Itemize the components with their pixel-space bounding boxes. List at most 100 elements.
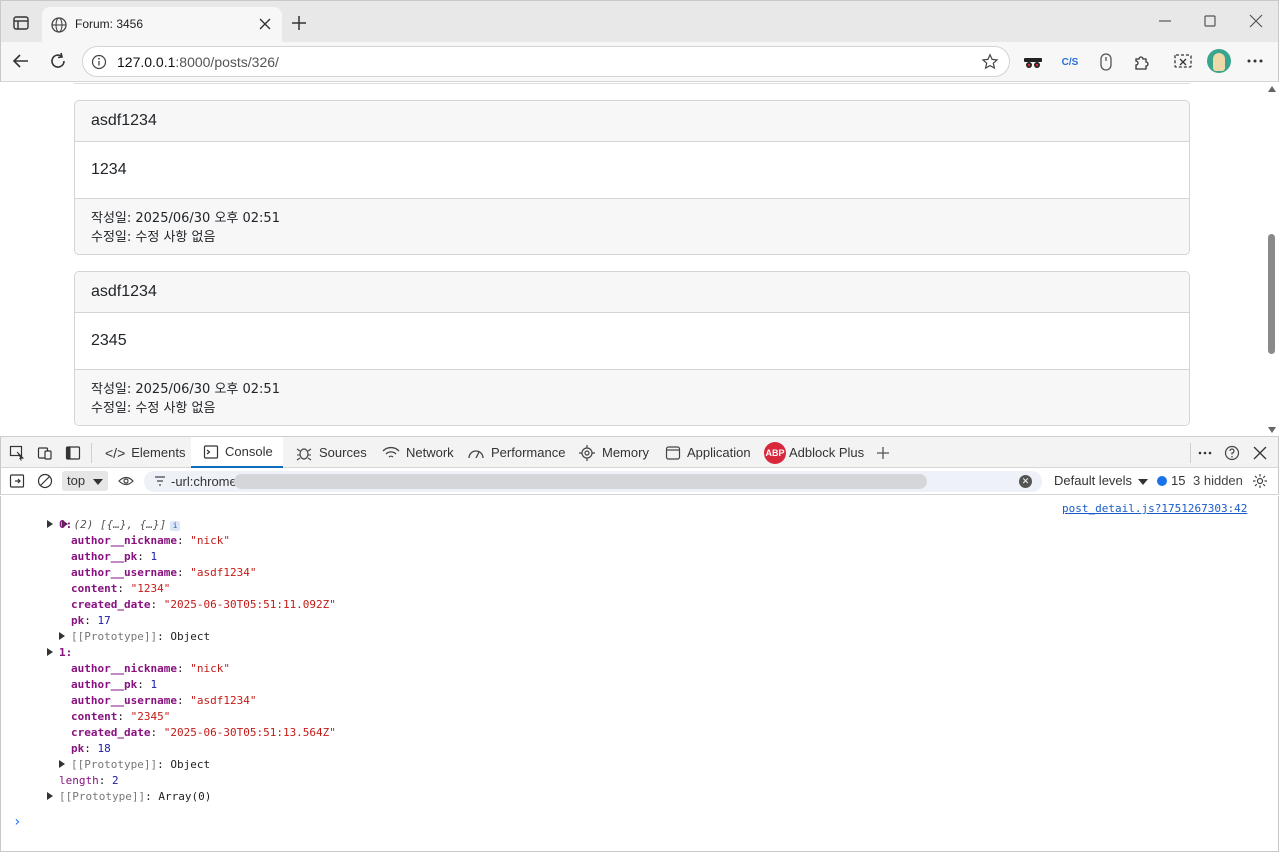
property-row: created_date: "2025-06-30T05:51:13.564Z" xyxy=(71,726,336,739)
property-value: 2 xyxy=(112,774,119,787)
property-row: content: "1234" xyxy=(71,582,171,595)
minimize-icon[interactable] xyxy=(1157,13,1173,29)
memory-chip-icon xyxy=(579,444,595,461)
tab-network[interactable]: Network xyxy=(378,437,458,468)
comment-created-date: 작성일: 2025/06/30 오후 02:51 xyxy=(91,211,280,226)
tab-elements[interactable]: </> Elements xyxy=(101,437,189,468)
console-log-entry[interactable]: (2) [{…}, {…}] i xyxy=(35,501,181,531)
url-path: :8000/posts/326/ xyxy=(175,54,279,70)
property-value: "nick" xyxy=(190,534,230,547)
address-bar[interactable]: 127.0.0.1:8000/posts/326/ xyxy=(82,46,1010,77)
site-info-icon[interactable] xyxy=(91,54,107,70)
clear-filter-icon[interactable]: ✕ xyxy=(1019,475,1032,488)
tab-label: Console xyxy=(225,444,273,459)
device-emulation-icon[interactable] xyxy=(37,445,53,461)
issues-icon xyxy=(1157,475,1167,486)
expand-triangle-icon[interactable] xyxy=(47,648,53,656)
page-scrollbar[interactable] xyxy=(1265,83,1278,436)
incognito-extension-icon[interactable] xyxy=(1023,52,1043,72)
tab-memory[interactable]: Memory xyxy=(574,437,653,468)
console-settings-gear-icon[interactable] xyxy=(1252,473,1268,489)
back-arrow-icon[interactable] xyxy=(11,51,31,71)
filter-text: -url:chrome xyxy=(171,474,237,489)
expand-triangle-icon[interactable] xyxy=(47,520,53,528)
console-prompt-icon[interactable]: › xyxy=(13,814,21,830)
reload-icon[interactable] xyxy=(48,51,68,71)
mouse-extension-icon[interactable] xyxy=(1096,52,1116,72)
live-expression-eye-icon[interactable] xyxy=(118,473,134,489)
divider xyxy=(1190,443,1191,463)
profile-avatar[interactable] xyxy=(1207,49,1231,73)
scroll-down-arrow-icon[interactable] xyxy=(1268,427,1276,433)
expand-triangle-icon[interactable] xyxy=(59,760,65,768)
code-icon: </> xyxy=(105,444,126,461)
property-value: "asdf1234" xyxy=(190,566,257,579)
property-value: 1 xyxy=(150,678,158,691)
context-selector[interactable]: top xyxy=(62,471,108,491)
comment-meta: 작성일: 2025/06/30 오후 02:51 수정일: 수정 사항 없음 xyxy=(75,199,1189,254)
show-sidebar-icon[interactable] xyxy=(9,473,25,489)
issues-counter[interactable]: 15 xyxy=(1157,473,1185,488)
more-options-icon[interactable] xyxy=(1197,445,1213,461)
property-key: author__username xyxy=(71,694,177,707)
prototype-key: [[Prototype]] xyxy=(59,790,146,803)
property-row: created_date: "2025-06-30T05:51:11.092Z" xyxy=(71,598,336,611)
property-row: author__pk: 1 xyxy=(71,678,158,691)
property-row: author__username: "asdf1234" xyxy=(71,566,257,579)
clear-console-icon[interactable] xyxy=(37,473,53,489)
property-key: length xyxy=(59,774,99,787)
css-extension-icon[interactable]: C/S xyxy=(1060,52,1080,72)
prototype-row[interactable]: [[Prototype]]: Array(0) xyxy=(47,789,211,805)
property-row: author__username: "asdf1234" xyxy=(71,694,257,707)
close-devtools-icon[interactable] xyxy=(1252,445,1268,461)
add-panel-icon[interactable] xyxy=(875,445,891,461)
tab-application[interactable]: Application xyxy=(661,437,755,468)
prototype-row[interactable]: [[Prototype]]: Object xyxy=(59,757,210,773)
property-value: "1234" xyxy=(130,582,171,595)
devtools-tab-bar: </> Elements Console Sources Network Per… xyxy=(0,436,1279,468)
source-link[interactable]: post_detail.js?1751267303:42 xyxy=(1062,502,1247,515)
array-item[interactable]: 0: xyxy=(47,517,72,533)
tab-label: Sources xyxy=(319,445,367,460)
property-row: content: "2345" xyxy=(71,710,171,723)
expand-triangle-icon[interactable] xyxy=(47,792,53,800)
close-tab-icon[interactable] xyxy=(258,17,272,31)
extensions-puzzle-icon[interactable] xyxy=(1132,52,1152,72)
tab-sources[interactable]: Sources xyxy=(291,437,371,468)
tab-label: Adblock Plus xyxy=(789,445,865,460)
scroll-up-arrow-icon[interactable] xyxy=(1268,86,1276,92)
new-tab-icon[interactable] xyxy=(290,14,308,32)
favorite-star-icon[interactable] xyxy=(981,53,999,71)
maximize-icon[interactable] xyxy=(1202,13,1218,29)
info-icon[interactable]: i xyxy=(170,521,181,531)
tab-console[interactable]: Console xyxy=(191,437,283,468)
screenshot-icon[interactable] xyxy=(1173,52,1193,72)
console-output: (2) [{…}, {…}] i post_detail.js?175126730… xyxy=(0,496,1279,852)
tab-adblock-plus[interactable]: ABP Adblock Plus xyxy=(760,437,868,468)
inspect-element-icon[interactable] xyxy=(9,445,25,461)
scrollbar-thumb[interactable] xyxy=(1268,234,1275,354)
tab-actions-icon[interactable] xyxy=(11,13,31,33)
comment-created-date: 작성일: 2025/06/30 오후 02:51 xyxy=(91,382,280,397)
help-icon[interactable] xyxy=(1224,445,1240,461)
globe-icon xyxy=(51,17,67,33)
property-key: content xyxy=(71,710,118,723)
property-key: author__nickname xyxy=(71,662,177,675)
log-levels-dropdown[interactable]: Default levels xyxy=(1054,473,1149,488)
expand-triangle-icon[interactable] xyxy=(59,632,65,640)
tab-label: Performance xyxy=(491,445,566,460)
property-row: author__nickname: "nick" xyxy=(71,534,230,547)
url-host: 127.0.0.1 xyxy=(117,54,176,70)
url-text: 127.0.0.1:8000/posts/326/ xyxy=(117,54,279,70)
property-value: 18 xyxy=(97,742,111,755)
console-filter-input[interactable]: -url:chrome ✕ xyxy=(144,471,1042,492)
dock-side-icon[interactable] xyxy=(65,445,81,461)
array-preview: (2) [{…}, {…}] xyxy=(73,518,167,531)
more-menu-icon[interactable] xyxy=(1245,51,1265,71)
prototype-row[interactable]: [[Prototype]]: Object xyxy=(59,629,210,645)
array-item[interactable]: 1: xyxy=(47,645,72,661)
tab-performance[interactable]: Performance xyxy=(463,437,569,468)
console-icon xyxy=(203,444,219,459)
tab-forum[interactable]: Forum: 3456 xyxy=(42,7,282,43)
close-window-icon[interactable] xyxy=(1248,13,1264,29)
